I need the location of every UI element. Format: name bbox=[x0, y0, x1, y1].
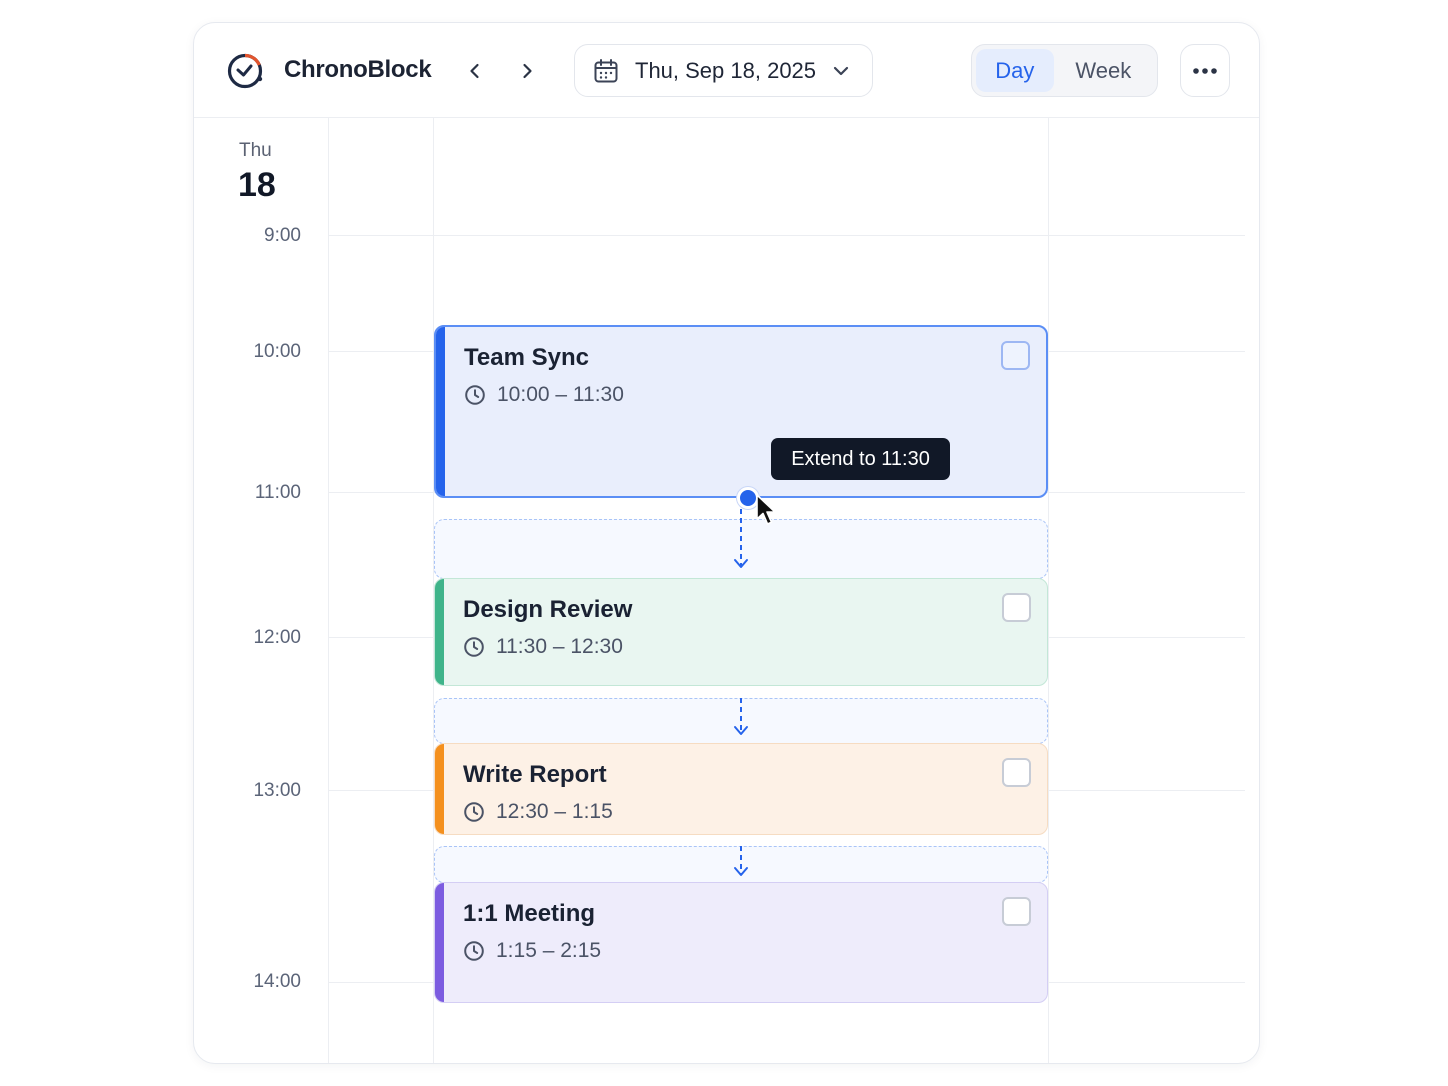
event-time-row: 10:00 – 11:30 bbox=[464, 383, 624, 407]
date-label: Thu, Sep 18, 2025 bbox=[635, 57, 817, 83]
event-checkbox[interactable] bbox=[1002, 593, 1031, 622]
day-view-button[interactable]: Day bbox=[976, 49, 1054, 92]
event-title: Team Sync bbox=[464, 344, 589, 371]
event-time-row: 1:15 – 2:15 bbox=[463, 939, 601, 963]
event-team-sync[interactable]: Team Sync 10:00 – 11:30 bbox=[434, 325, 1048, 498]
reflow-gap-placeholder bbox=[434, 846, 1048, 883]
clock-icon bbox=[464, 941, 484, 961]
event-time-row: 11:30 – 12:30 bbox=[463, 635, 623, 659]
previous-day-button[interactable] bbox=[458, 54, 492, 88]
event-time-row: 12:30 – 1:15 bbox=[463, 800, 613, 824]
hour-line bbox=[329, 235, 1245, 236]
event-title: 1:1 Meeting bbox=[463, 900, 596, 927]
day-name: Thu bbox=[239, 140, 272, 161]
header: ChronoBlock Thu, Sep 18, 2025 Day Week bbox=[194, 23, 1259, 118]
event-one-on-one-meeting[interactable]: 1:1 Meeting 1:15 – 2:15 bbox=[434, 882, 1048, 1003]
mouse-cursor-icon bbox=[756, 494, 776, 525]
more-horizontal-icon bbox=[1193, 67, 1217, 74]
event-title: Write Report bbox=[463, 761, 607, 788]
reflow-gap-placeholder bbox=[434, 698, 1048, 744]
day-grid[interactable]: Thu 18 9:00 10:00 11:00 12:00 13:00 14:0… bbox=[194, 118, 1259, 1063]
event-color-bar bbox=[436, 327, 445, 496]
time-label: 12:00 bbox=[253, 627, 301, 648]
time-label: 9:00 bbox=[264, 225, 301, 246]
event-checkbox[interactable] bbox=[1001, 341, 1030, 370]
reflow-gap-placeholder bbox=[434, 519, 1048, 579]
clock-icon bbox=[465, 385, 485, 405]
time-label: 14:00 bbox=[253, 971, 301, 992]
chevron-right-icon bbox=[523, 63, 532, 79]
event-title: Design Review bbox=[463, 596, 633, 623]
clock-icon bbox=[464, 802, 484, 822]
event-color-bar bbox=[435, 883, 444, 1002]
calendar-app: ChronoBlock Thu, Sep 18, 2025 Day Week T… bbox=[193, 22, 1260, 1064]
event-time: 12:30 – 1:15 bbox=[496, 800, 613, 823]
time-label: 10:00 bbox=[253, 341, 301, 362]
event-checkbox[interactable] bbox=[1002, 758, 1031, 787]
event-write-report[interactable]: Write Report 12:30 – 1:15 bbox=[434, 743, 1048, 835]
clock-icon bbox=[464, 637, 484, 657]
app-name: ChronoBlock bbox=[284, 56, 432, 83]
event-checkbox[interactable] bbox=[1002, 897, 1031, 926]
calendar-icon bbox=[594, 58, 618, 82]
event-time: 1:15 – 2:15 bbox=[496, 939, 602, 962]
event-time: 11:30 – 12:30 bbox=[496, 635, 623, 658]
time-label: 13:00 bbox=[253, 780, 301, 801]
week-view-button[interactable]: Week bbox=[1054, 49, 1153, 92]
day-number: 18 bbox=[238, 166, 276, 204]
grid-divider bbox=[328, 118, 329, 1063]
date-picker[interactable]: Thu, Sep 18, 2025 bbox=[574, 44, 873, 97]
grid-divider bbox=[1048, 118, 1049, 1063]
chevron-down-icon bbox=[833, 66, 849, 75]
event-color-bar bbox=[435, 579, 444, 685]
clock-logo-icon bbox=[227, 53, 263, 89]
more-options-button[interactable] bbox=[1180, 44, 1230, 97]
extend-tooltip: Extend to 11:30 bbox=[771, 438, 950, 480]
event-color-bar bbox=[435, 744, 444, 834]
view-toggle: Day Week bbox=[971, 44, 1158, 97]
event-design-review[interactable]: Design Review 11:30 – 12:30 bbox=[434, 578, 1048, 686]
next-day-button[interactable] bbox=[510, 54, 544, 88]
event-time: 10:00 – 11:30 bbox=[497, 383, 624, 406]
time-label: 11:00 bbox=[254, 482, 301, 503]
chevron-left-icon bbox=[470, 63, 479, 79]
